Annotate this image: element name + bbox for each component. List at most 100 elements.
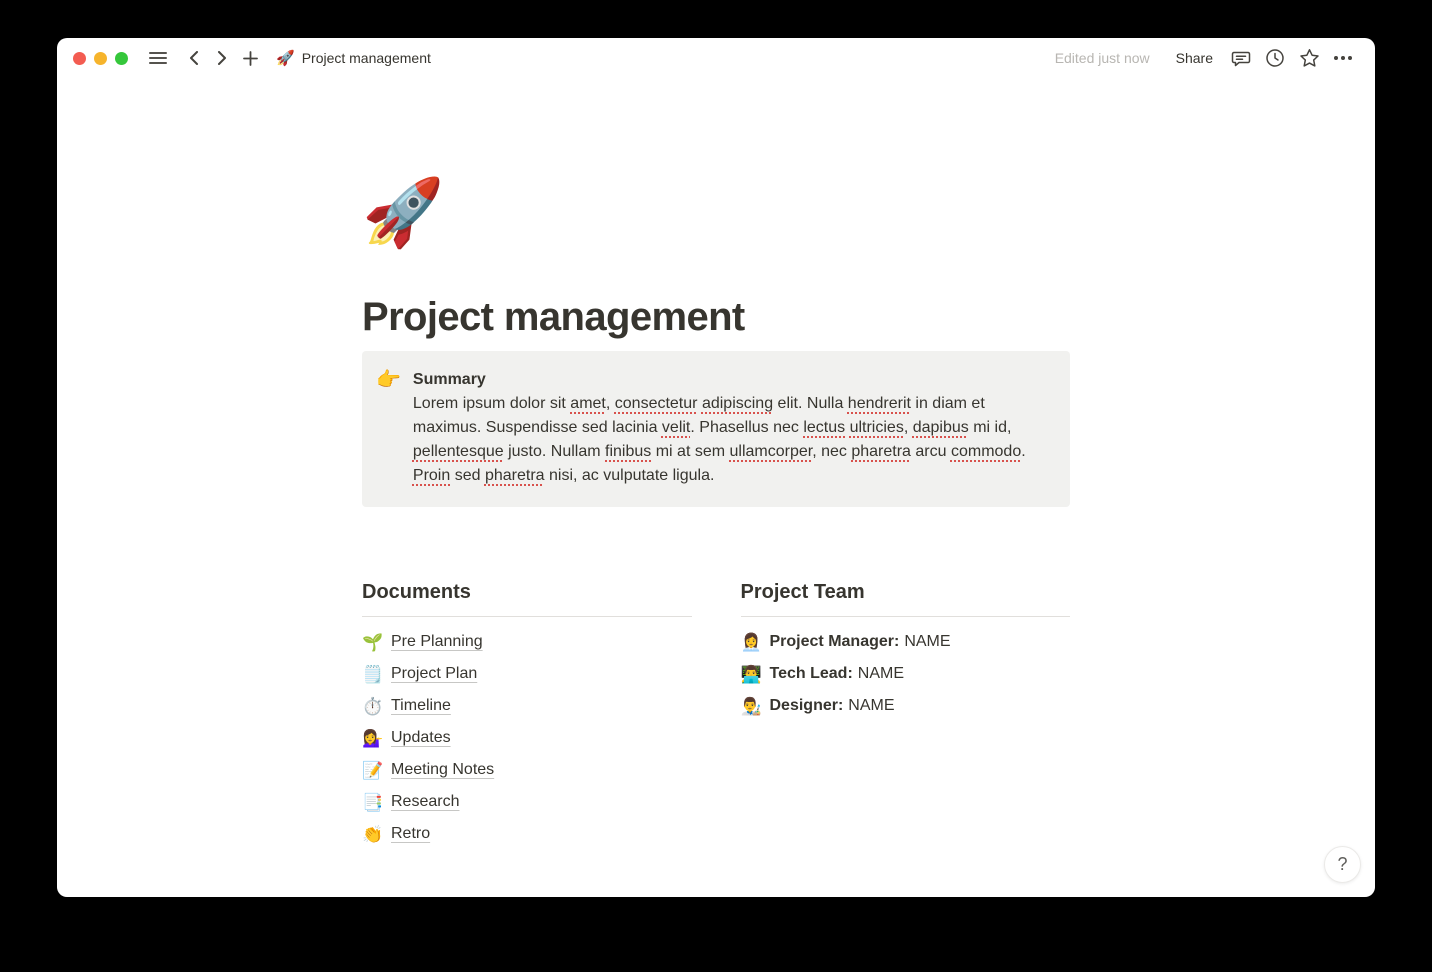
- callout-text-segment: ullamcorper: [730, 443, 813, 460]
- notion-window: 🚀 Project management Edited just now Sha…: [57, 38, 1375, 897]
- comments-button[interactable]: [1227, 44, 1255, 72]
- team-member-emoji-icon: 👩‍💼: [741, 634, 761, 651]
- document-emoji-icon: 🗒️: [362, 666, 382, 683]
- document-page-link[interactable]: Retro: [391, 825, 430, 843]
- document-page-link[interactable]: Updates: [391, 729, 451, 747]
- team-member-row: 👨‍💻 Tech Lead: NAME: [741, 658, 1071, 690]
- documents-list: 🌱 Pre Planning 🗒️ Project Plan ⏱️ Timeline 💁‍♀…: [362, 626, 692, 850]
- callout-text-segment: Proin: [413, 467, 450, 484]
- team-list: 👩‍💼Project Manager:NAME👨‍💻Tech Lead:NAME…: [741, 626, 1071, 722]
- hamburger-icon: [149, 51, 167, 65]
- callout-text-segment: pellentesque: [413, 443, 504, 460]
- callout-text-segment: hendrerit: [848, 395, 911, 412]
- team-member-role: Designer:: [770, 697, 844, 714]
- team-member-emoji-icon: 👨‍🎨: [741, 698, 761, 715]
- minimize-window-button[interactable]: [94, 52, 107, 65]
- callout-text-segment: sed: [450, 467, 485, 484]
- document-link-row[interactable]: 📑 Research: [362, 786, 692, 818]
- callout-text-segment: mi id,: [969, 419, 1012, 436]
- callout-text-segment: justo. Nullam: [504, 443, 605, 460]
- document-link-row[interactable]: 🌱 Pre Planning: [362, 626, 692, 658]
- forward-button[interactable]: [208, 44, 236, 72]
- team-member-text: Project Manager:NAME: [770, 633, 951, 651]
- callout-text-segment: .: [1021, 443, 1025, 460]
- team-member-emoji-icon: 👨‍💻: [741, 666, 761, 683]
- share-button[interactable]: Share: [1168, 46, 1221, 70]
- document-link-row[interactable]: 📝 Meeting Notes: [362, 754, 692, 786]
- favorite-button[interactable]: [1295, 44, 1323, 72]
- document-page-link[interactable]: Pre Planning: [391, 633, 483, 651]
- callout-body: Summary Lorem ipsum dolor sit amet, cons…: [413, 368, 1043, 488]
- callout-text-segment: . Phasellus nec: [690, 419, 803, 436]
- document-emoji-icon: 🌱: [362, 634, 382, 651]
- titlebar: 🚀 Project management Edited just now Sha…: [57, 38, 1375, 78]
- callout-text-segment: lectus: [803, 419, 845, 436]
- callout-text-segment: , nec: [812, 443, 851, 460]
- page-icon-rocket[interactable]: 🚀: [362, 173, 442, 251]
- chevron-left-icon: [188, 51, 200, 65]
- document-link-row[interactable]: 💁‍♀️Updates: [362, 722, 692, 754]
- plus-icon: [243, 51, 258, 66]
- back-button[interactable]: [180, 44, 208, 72]
- document-page-link[interactable]: Research: [391, 793, 459, 811]
- document-emoji-icon: ⏱️: [362, 698, 382, 715]
- callout-text-segment: dapibus: [913, 419, 969, 436]
- chevron-right-icon: [216, 51, 228, 65]
- document-page-link[interactable]: Project Plan: [391, 665, 477, 683]
- team-column: Project Team 👩‍💼Project Manager:NAME👨‍💻T…: [741, 580, 1071, 850]
- document-emoji-icon: 📝: [362, 762, 382, 779]
- callout-text-segment: finibus: [605, 443, 651, 460]
- documents-divider: [362, 616, 692, 617]
- callout-text-segment: adipiscing: [702, 395, 773, 412]
- team-member-name: NAME: [858, 665, 904, 682]
- team-member-role: Project Manager:: [770, 633, 900, 650]
- callout-text-segment: pharetra: [485, 467, 545, 484]
- page-content: 🚀 Project management 👉 Summary Lorem ips…: [57, 78, 1375, 897]
- callout-text-segment: Lorem ipsum dolor sit: [413, 395, 570, 412]
- edited-timestamp: Edited just now: [1055, 50, 1150, 66]
- callout-text-segment: ultricies: [850, 419, 904, 436]
- callout-text-segment: nisi, ac vulputate ligula.: [545, 467, 715, 484]
- page-title[interactable]: Project management: [362, 293, 1070, 341]
- team-member-role: Tech Lead:: [770, 665, 853, 682]
- callout-text-segment: amet: [570, 395, 606, 412]
- document-page-link[interactable]: Meeting Notes: [391, 761, 494, 779]
- breadcrumb[interactable]: 🚀 Project management: [276, 50, 431, 66]
- close-window-button[interactable]: [73, 52, 86, 65]
- document-link-row[interactable]: ⏱️ Timeline: [362, 690, 692, 722]
- callout-paragraph: Lorem ipsum dolor sit amet, consectetur …: [413, 392, 1043, 488]
- history-button[interactable]: [1261, 44, 1289, 72]
- document-link-row[interactable]: 🗒️ Project Plan: [362, 658, 692, 690]
- summary-callout: 👉 Summary Lorem ipsum dolor sit amet, co…: [362, 351, 1070, 507]
- callout-text-segment: elit. Nulla: [773, 395, 848, 412]
- document-emoji-icon: 👏: [362, 826, 382, 843]
- titlebar-actions: Edited just now Share: [1055, 44, 1357, 72]
- team-member-name: NAME: [848, 697, 894, 714]
- callout-text-segment: pharetra: [851, 443, 911, 460]
- new-page-button[interactable]: [236, 44, 264, 72]
- callout-text-segment: consectetur: [615, 395, 698, 412]
- traffic-lights: [73, 52, 128, 65]
- sidebar-toggle-button[interactable]: [144, 44, 172, 72]
- pointing-finger-icon: 👉: [376, 368, 401, 392]
- team-member-text: Designer:NAME: [770, 697, 895, 715]
- star-icon: [1299, 48, 1320, 68]
- document-emoji-icon: 📑: [362, 794, 382, 811]
- callout-text-segment: mi at sem: [651, 443, 729, 460]
- more-options-button[interactable]: [1329, 44, 1357, 72]
- team-member-row: 👨‍🎨 Designer:NAME: [741, 690, 1071, 722]
- comment-bubble-icon: [1231, 48, 1251, 68]
- document-page-link[interactable]: Timeline: [391, 697, 451, 715]
- callout-text-segment: ,: [606, 395, 615, 412]
- documents-column: Documents 🌱 Pre Planning 🗒️ Project Plan ⏱️ T…: [362, 580, 692, 850]
- page-emoji-icon: 🚀: [276, 51, 295, 66]
- callout-heading: Summary: [413, 368, 1043, 392]
- callout-text-segment: commodo: [951, 443, 1021, 460]
- two-column-section: Documents 🌱 Pre Planning 🗒️ Project Plan ⏱️ T…: [362, 580, 1070, 850]
- help-button[interactable]: ?: [1324, 846, 1361, 883]
- clock-icon: [1265, 48, 1285, 68]
- zoom-window-button[interactable]: [115, 52, 128, 65]
- ellipsis-icon: [1333, 55, 1353, 61]
- documents-heading: Documents: [362, 580, 692, 605]
- document-link-row[interactable]: 👏 Retro: [362, 818, 692, 850]
